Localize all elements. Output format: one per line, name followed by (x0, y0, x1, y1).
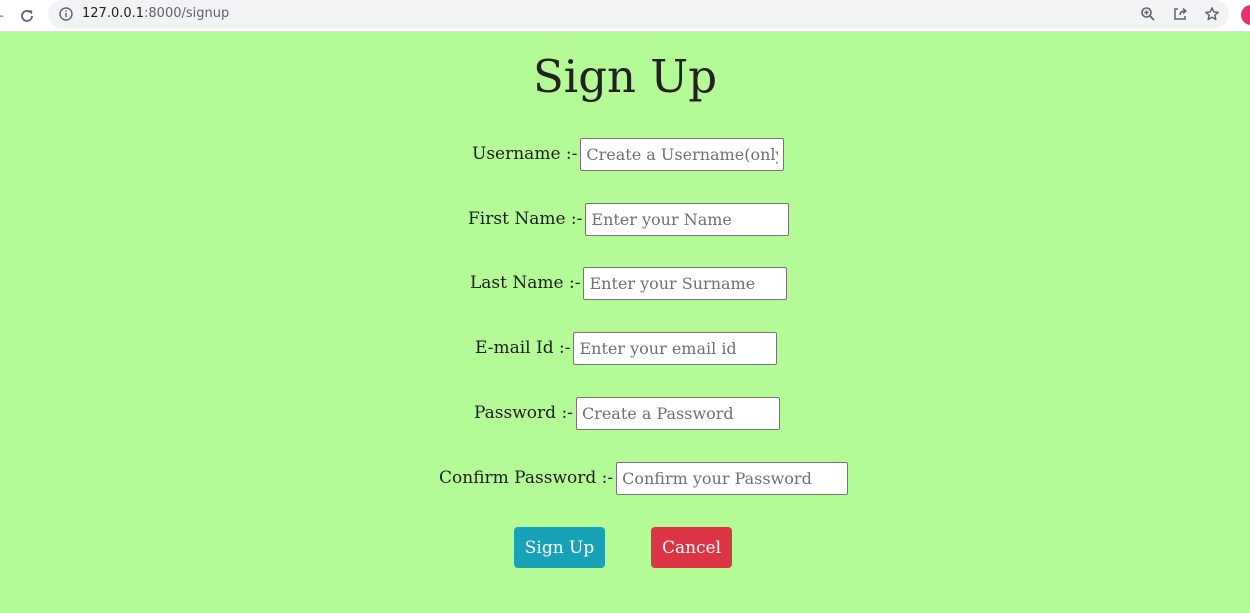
email-row: E-mail Id :- (475, 331, 778, 365)
url-text[interactable]: 127.0.0.1:8000/signup (82, 6, 229, 22)
confirm-password-row: Confirm Password :- (439, 461, 849, 495)
password-input[interactable] (575, 396, 780, 430)
email-input[interactable] (573, 331, 778, 365)
password-row: Password :- (474, 396, 780, 430)
browser-toolbar: ← 127.0.0.1:8000/signup (0, 0, 1250, 32)
email-label: E-mail Id :- (475, 338, 571, 358)
username-row: Username :- (472, 137, 785, 171)
url-path: :8000/signup (144, 6, 230, 21)
back-arrow-icon[interactable]: ← (0, 9, 4, 23)
page-title: Sign Up (532, 50, 718, 103)
first-name-label: First Name :- (468, 209, 583, 229)
sign-up-button[interactable]: Sign Up (514, 527, 605, 568)
reload-icon[interactable] (15, 4, 39, 28)
last-name-row: Last Name :- (470, 266, 788, 300)
zoom-icon[interactable] (1138, 4, 1158, 24)
star-icon[interactable] (1202, 4, 1222, 24)
username-input[interactable] (580, 137, 785, 171)
cancel-button[interactable]: Cancel (651, 527, 732, 568)
address-bar[interactable]: 127.0.0.1:8000/signup (48, 0, 1229, 28)
url-host: 127.0.0.1 (82, 6, 145, 21)
share-icon[interactable] (1170, 4, 1190, 24)
first-name-row: First Name :- (468, 202, 790, 236)
confirm-password-input[interactable] (616, 461, 849, 495)
last-name-input[interactable] (583, 266, 788, 300)
confirm-password-label: Confirm Password :- (439, 468, 614, 488)
info-icon[interactable] (58, 6, 74, 22)
password-label: Password :- (474, 403, 573, 423)
first-name-input[interactable] (585, 202, 790, 236)
profile-avatar[interactable] (1241, 5, 1250, 25)
last-name-label: Last Name :- (470, 273, 581, 293)
username-label: Username :- (472, 144, 578, 164)
